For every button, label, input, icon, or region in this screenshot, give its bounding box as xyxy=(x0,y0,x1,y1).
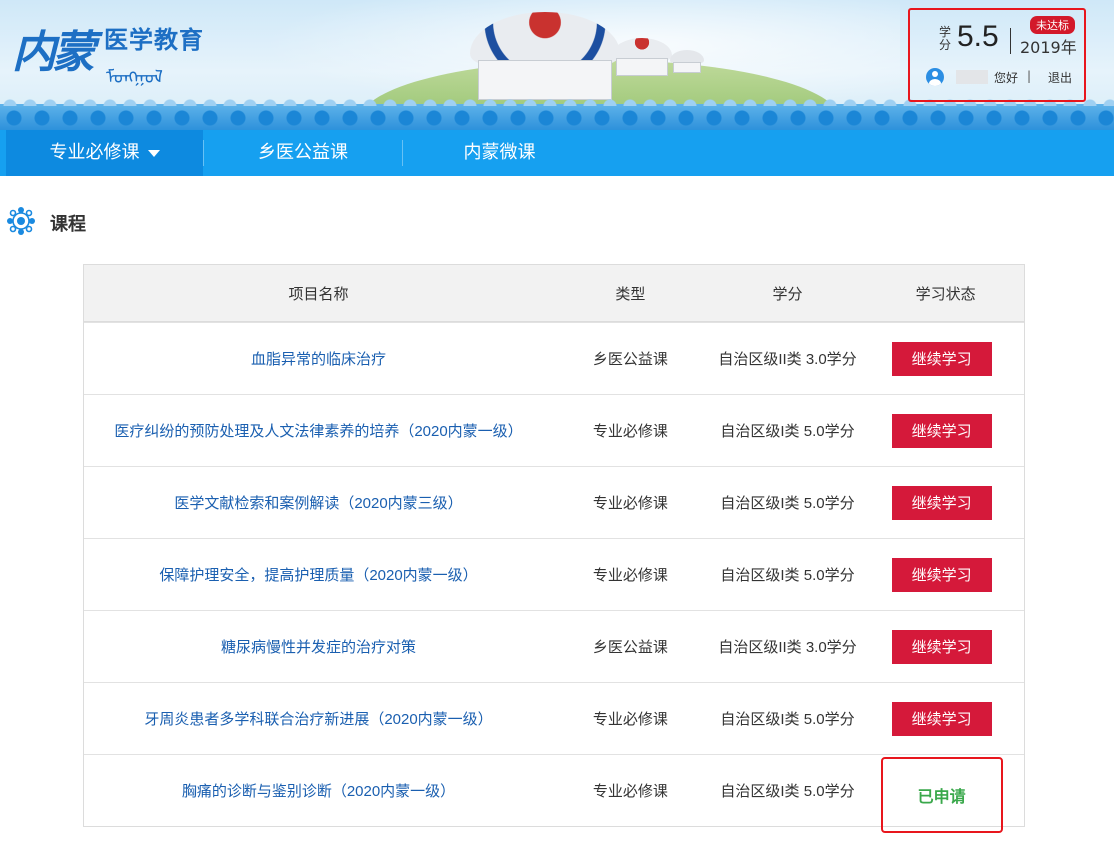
course-name-link[interactable]: 医疗纠纷的预防处理及人文法律素养的培养（2020内蒙一级） xyxy=(114,420,522,441)
course-type: 专业必修课 xyxy=(592,711,668,728)
table-row: 保障护理安全，提高护理质量（2020内蒙一级） 专业必修课 自治区级I类 5.0… xyxy=(84,538,1024,610)
course-name-link[interactable]: 医学文献检索和案例解读（2020内蒙三级） xyxy=(174,492,462,513)
yurt-far-image xyxy=(670,50,704,74)
logo-mark: 内蒙 xyxy=(12,27,96,78)
chevron-down-icon xyxy=(147,149,160,157)
ornament-icon xyxy=(7,207,35,235)
course-type: 乡医公益课 xyxy=(592,351,668,368)
course-type: 专业必修课 xyxy=(592,567,668,584)
username-redacted xyxy=(956,70,988,84)
course-table: 项目名称 类型 学分 学习状态 血脂异常的临床治疗 乡医公益课 自治区级II类 … xyxy=(83,264,1025,833)
header-project-name: 项目名称 xyxy=(288,285,349,303)
course-credit: 自治区级I类 5.0学分 xyxy=(720,423,855,440)
header-status: 学习状态 xyxy=(915,285,976,303)
course-name-link[interactable]: 保障护理安全，提高护理质量（2020内蒙一级） xyxy=(159,564,477,585)
nav-tab-label: 内蒙微课 xyxy=(463,142,536,163)
header-banner: 内蒙 医学教育 ᠮᠣᠩᠭᠣᠯ 学分 5.5 2019年 未达标 您好 | 退出 xyxy=(0,0,1114,130)
credit-value: 5.5 xyxy=(957,20,999,53)
credit-label: 学分 xyxy=(939,25,952,52)
header-credit: 学分 xyxy=(772,285,803,303)
ornament-border xyxy=(0,96,1114,130)
table-row: 胸痛的诊断与鉴别诊断（2020内蒙一级） 专业必修课 自治区级I类 5.0学分 … xyxy=(84,754,1024,833)
greeting-separator: | xyxy=(1027,69,1032,83)
course-name-link[interactable]: 牙周炎患者多学科联合治疗新进展（2020内蒙一级） xyxy=(144,708,492,729)
course-name-link[interactable]: 糖尿病慢性并发症的治疗对策 xyxy=(221,636,416,657)
applied-status: 已申请 xyxy=(917,788,966,806)
header-type: 类型 xyxy=(615,285,646,303)
credit-divider xyxy=(1010,28,1011,54)
course-name-link[interactable]: 血脂异常的临床治疗 xyxy=(251,348,386,369)
logo-mongolian-script: ᠮᠣᠩᠭᠣᠯ xyxy=(106,67,163,88)
user-credit-panel: 学分 5.5 2019年 未达标 您好 | 退出 xyxy=(908,8,1086,102)
logo-title: 医学教育 xyxy=(104,26,204,54)
section-title: 课程 xyxy=(50,214,86,235)
continue-study-button[interactable]: 继续学习 xyxy=(891,701,992,736)
site-logo[interactable]: 内蒙 医学教育 ᠮᠣᠩᠭᠣᠯ xyxy=(12,16,222,88)
course-credit: 自治区级II类 3.0学分 xyxy=(718,351,857,368)
continue-study-button[interactable]: 继续学习 xyxy=(891,485,992,520)
course-credit: 自治区级I类 5.0学分 xyxy=(720,711,855,728)
course-name-link[interactable]: 胸痛的诊断与鉴别诊断（2020内蒙一级） xyxy=(182,780,455,801)
nav-tab-label: 乡医公益课 xyxy=(258,142,348,163)
table-row: 血脂异常的临床治疗 乡医公益课 自治区级II类 3.0学分 继续学习 xyxy=(84,322,1024,394)
yurt-small-image xyxy=(612,38,672,78)
course-credit: 自治区级I类 5.0学分 xyxy=(720,495,855,512)
table-header: 项目名称 类型 学分 学习状态 xyxy=(84,265,1024,322)
course-credit: 自治区级II类 3.0学分 xyxy=(718,639,857,656)
course-credit: 自治区级I类 5.0学分 xyxy=(720,567,855,584)
table-row: 糖尿病慢性并发症的治疗对策 乡医公益课 自治区级II类 3.0学分 继续学习 xyxy=(84,610,1024,682)
credit-year: 2019年 xyxy=(1020,38,1077,57)
main-nav: 专业必修课 乡医公益课 内蒙微课 xyxy=(0,130,1114,176)
continue-study-button[interactable]: 继续学习 xyxy=(891,629,992,664)
continue-study-button[interactable]: 继续学习 xyxy=(891,413,992,448)
continue-study-button[interactable]: 继续学习 xyxy=(891,557,992,592)
applied-highlight: 已申请 xyxy=(880,756,1003,833)
nav-tab-required-courses[interactable]: 专业必修课 xyxy=(6,130,203,176)
nav-tab-rural-courses[interactable]: 乡医公益课 xyxy=(204,130,402,176)
table-row: 医疗纠纷的预防处理及人文法律素养的培养（2020内蒙一级） 专业必修课 自治区级… xyxy=(84,394,1024,466)
table-row: 牙周炎患者多学科联合治疗新进展（2020内蒙一级） 专业必修课 自治区级I类 5… xyxy=(84,682,1024,754)
nav-tab-label: 专业必修课 xyxy=(49,142,140,163)
greeting-text: 您好 xyxy=(994,71,1019,85)
user-avatar-icon[interactable] xyxy=(926,68,944,86)
course-credit: 自治区级I类 5.0学分 xyxy=(720,783,855,800)
nav-tab-micro-courses[interactable]: 内蒙微课 xyxy=(403,130,596,176)
continue-study-button[interactable]: 继续学习 xyxy=(891,341,992,376)
logout-link[interactable]: 退出 xyxy=(1048,69,1072,86)
course-type: 专业必修课 xyxy=(592,783,668,800)
course-type: 乡医公益课 xyxy=(592,639,668,656)
course-type: 专业必修课 xyxy=(592,423,668,440)
yurt-large-image xyxy=(470,12,620,104)
status-badge: 未达标 xyxy=(1030,16,1075,34)
course-type: 专业必修课 xyxy=(592,495,668,512)
table-row: 医学文献检索和案例解读（2020内蒙三级） 专业必修课 自治区级I类 5.0学分… xyxy=(84,466,1024,538)
